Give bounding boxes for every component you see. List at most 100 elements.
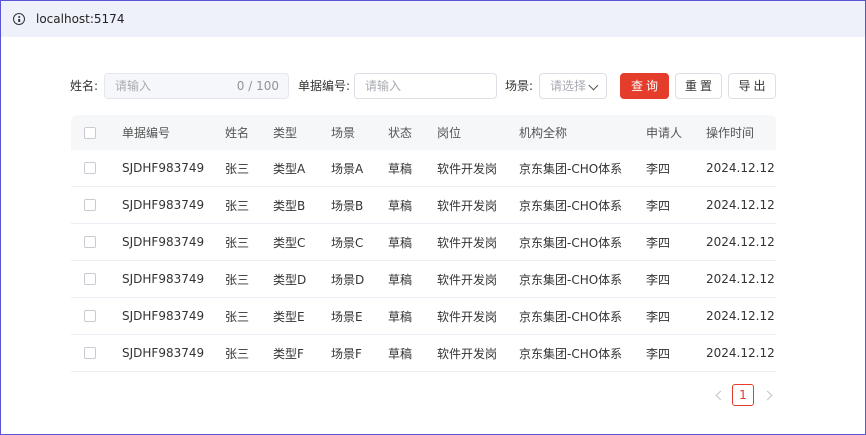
- cell-position: 软件开发岗: [437, 161, 498, 176]
- col-header-status[interactable]: 状态: [388, 115, 412, 150]
- doc-number-input[interactable]: 请输入: [354, 73, 497, 99]
- col-header-position[interactable]: 岗位: [437, 115, 461, 150]
- cell-scene: 场景A: [331, 161, 364, 176]
- table-row[interactable]: SJDHF983749 张三 类型B 场景B 草稿 软件开发岗 京东集团-CHO体系 李四 20…: [71, 187, 776, 224]
- scene-placeholder: 请选择: [550, 79, 587, 93]
- cell-type: 类型A: [273, 161, 306, 176]
- col-header-op-time[interactable]: 操作时间: [706, 115, 754, 150]
- query-button[interactable]: 查询: [620, 73, 669, 99]
- cell-doc-number: SJDHF983749: [122, 198, 205, 212]
- info-icon[interactable]: [13, 13, 25, 25]
- cell-status: 草稿: [388, 309, 413, 324]
- name-label: 姓名:: [70, 79, 99, 93]
- cell-name: 张三: [225, 235, 250, 250]
- cell-op-time: 2024.12.12: [706, 161, 775, 175]
- cell-applicant: 李四: [646, 235, 671, 250]
- cell-position: 软件开发岗: [437, 235, 498, 250]
- cell-org: 京东集团-CHO体系: [519, 346, 623, 361]
- cell-position: 软件开发岗: [437, 309, 498, 324]
- col-header-org[interactable]: 机构全称: [519, 115, 567, 150]
- url-text[interactable]: localhost:5174: [36, 12, 124, 26]
- cell-type: 类型F: [273, 346, 304, 361]
- chevron-down-icon: [588, 80, 599, 91]
- cell-op-time: 2024.12.12: [706, 272, 775, 286]
- table-row[interactable]: SJDHF983749 张三 类型E 场景E 草稿 软件开发岗 京东集团-CHO体系 李四 20…: [71, 298, 776, 335]
- row-checkbox-cell: [84, 150, 96, 186]
- cell-name: 张三: [225, 309, 250, 324]
- cell-name: 张三: [225, 346, 250, 361]
- row-checkbox[interactable]: [84, 347, 96, 359]
- reset-button[interactable]: 重置: [675, 73, 722, 99]
- filter-bar: 姓名: 请输入 0 / 100 单据编号: 请输入 场景: 请选择 查询 重置 …: [0, 73, 866, 100]
- row-checkbox[interactable]: [84, 310, 96, 322]
- cell-doc-number: SJDHF983749: [122, 235, 205, 249]
- cell-applicant: 李四: [646, 346, 671, 361]
- table-body: SJDHF983749 张三 类型A 场景A 草稿 软件开发岗 京东集团-CHO体系 李四 20…: [71, 150, 776, 372]
- cell-applicant: 李四: [646, 198, 671, 213]
- cell-scene: 场景D: [331, 272, 365, 287]
- col-header-applicant[interactable]: 申请人: [646, 115, 682, 150]
- cell-org: 京东集团-CHO体系: [519, 161, 623, 176]
- select-all-checkbox[interactable]: [84, 126, 96, 139]
- select-all-checkbox-cell: [84, 115, 96, 150]
- row-checkbox[interactable]: [84, 199, 96, 211]
- cell-scene: 场景C: [331, 235, 364, 250]
- cell-op-time: 2024.12.12: [706, 309, 775, 323]
- row-checkbox[interactable]: [84, 273, 96, 285]
- name-char-count: 0 / 100: [236, 79, 279, 93]
- table-row[interactable]: SJDHF983749 张三 类型D 场景D 草稿 软件开发岗 京东集团-CHO体系 李四 20…: [71, 261, 776, 298]
- cell-op-time: 2024.12.12: [706, 198, 775, 212]
- address-bar[interactable]: localhost:5174: [1, 1, 865, 37]
- cell-name: 张三: [225, 272, 250, 287]
- cell-scene: 场景E: [331, 309, 363, 324]
- cell-org: 京东集团-CHO体系: [519, 272, 623, 287]
- cell-org: 京东集团-CHO体系: [519, 235, 623, 250]
- cell-status: 草稿: [388, 346, 413, 361]
- cell-org: 京东集团-CHO体系: [519, 198, 623, 213]
- table-row[interactable]: SJDHF983749 张三 类型A 场景A 草稿 软件开发岗 京东集团-CHO体系 李四 20…: [71, 150, 776, 187]
- cell-name: 张三: [225, 198, 250, 213]
- col-header-name[interactable]: 姓名: [225, 115, 249, 150]
- cell-applicant: 李四: [646, 161, 671, 176]
- col-header-type[interactable]: 类型: [273, 115, 297, 150]
- scene-select[interactable]: 请选择: [539, 73, 607, 99]
- cell-op-time: 2024.12.12: [706, 346, 775, 360]
- cell-position: 软件开发岗: [437, 346, 498, 361]
- cell-position: 软件开发岗: [437, 272, 498, 287]
- cell-doc-number: SJDHF983749: [122, 309, 205, 323]
- cell-scene: 场景B: [331, 198, 364, 213]
- row-checkbox-cell: [84, 298, 96, 334]
- cell-doc-number: SJDHF983749: [122, 161, 205, 175]
- cell-applicant: 李四: [646, 309, 671, 324]
- row-checkbox[interactable]: [84, 236, 96, 248]
- cell-doc-number: SJDHF983749: [122, 346, 205, 360]
- pagination: 1: [710, 384, 773, 406]
- row-checkbox-cell: [84, 261, 96, 297]
- cell-status: 草稿: [388, 198, 413, 213]
- cell-position: 软件开发岗: [437, 198, 498, 213]
- col-header-scene[interactable]: 场景: [331, 115, 355, 150]
- cell-scene: 场景F: [331, 346, 362, 361]
- doc-number-label: 单据编号:: [298, 79, 351, 93]
- table-row[interactable]: SJDHF983749 张三 类型C 场景C 草稿 软件开发岗 京东集团-CHO体系 李四 20…: [71, 224, 776, 261]
- cell-org: 京东集团-CHO体系: [519, 309, 623, 324]
- doc-number-placeholder: 请输入: [365, 79, 402, 93]
- prev-page-icon[interactable]: [715, 390, 726, 400]
- table-row[interactable]: SJDHF983749 张三 类型F 场景F 草稿 软件开发岗 京东集团-CHO体系 李四 20…: [71, 335, 776, 372]
- cell-status: 草稿: [388, 161, 413, 176]
- cell-status: 草稿: [388, 235, 413, 250]
- row-checkbox[interactable]: [84, 162, 96, 174]
- page-button-current[interactable]: 1: [732, 384, 754, 406]
- cell-doc-number: SJDHF983749: [122, 272, 205, 286]
- cell-type: 类型C: [273, 235, 306, 250]
- export-button[interactable]: 导出: [728, 73, 776, 99]
- next-page-icon[interactable]: [762, 390, 773, 400]
- row-checkbox-cell: [84, 187, 96, 223]
- cell-type: 类型E: [273, 309, 305, 324]
- cell-type: 类型B: [273, 198, 306, 213]
- cell-op-time: 2024.12.12: [706, 235, 775, 249]
- cell-applicant: 李四: [646, 272, 671, 287]
- row-checkbox-cell: [84, 224, 96, 260]
- col-header-doc-number[interactable]: 单据编号: [122, 115, 170, 150]
- name-input[interactable]: 请输入 0 / 100: [104, 73, 289, 99]
